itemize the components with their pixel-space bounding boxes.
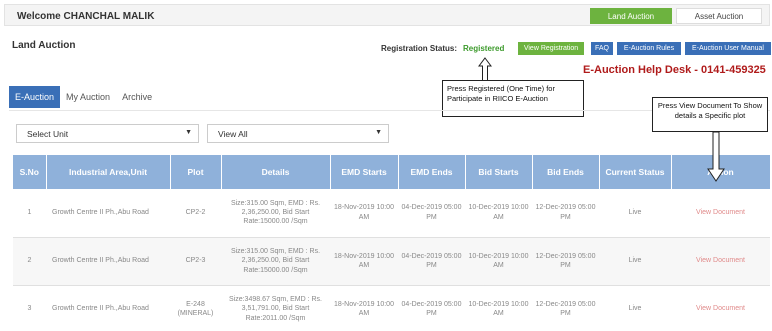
- registration-status-label: Registration Status:: [381, 44, 458, 53]
- cell-sno: 3: [13, 285, 46, 331]
- cell-details: Size:315.00 Sqm, EMD : Rs. 2,36,250.00, …: [221, 237, 330, 286]
- cell-bid-end: 12-Dec-2019 05:00 PM: [532, 189, 599, 238]
- table-row: 3 Growth Centre II Ph.,Abu Road E-248 (M…: [13, 285, 770, 331]
- cell-plot: CP2-3: [170, 237, 221, 286]
- cell-sno: 1: [13, 189, 46, 238]
- cell-plot: CP2-2: [170, 189, 221, 238]
- header-bid-ends: Bid Ends: [532, 155, 600, 189]
- header-area: Industrial Area,Unit: [46, 155, 171, 189]
- cell-area: Growth Centre II Ph.,Abu Road: [46, 285, 170, 331]
- header-emd-ends: EMD Ends: [398, 155, 466, 189]
- user-manual-button[interactable]: E-Auction User Manual: [685, 42, 771, 55]
- registration-status: Registration Status: Registered: [381, 44, 504, 53]
- registration-status-value[interactable]: Registered: [463, 44, 504, 53]
- cell-emd-start: 18-Nov-2019 10:00 AM: [330, 237, 398, 286]
- cell-bid-start: 10-Dec-2019 10:00 AM: [465, 285, 532, 331]
- cell-bid-end: 12-Dec-2019 05:00 PM: [532, 285, 599, 331]
- view-registration-button[interactable]: View Registration: [518, 42, 584, 55]
- cell-status: Live: [599, 189, 671, 238]
- cell-bid-start: 10-Dec-2019 10:00 AM: [465, 189, 532, 238]
- cell-plot: E-248 (MINERAL): [170, 285, 221, 331]
- arrow-down-icon: [707, 132, 725, 182]
- auction-rules-button[interactable]: E-Auction Rules: [617, 42, 681, 55]
- cell-emd-end: 04-Dec-2019 05:00 PM: [398, 285, 465, 331]
- table-row: 1 Growth Centre II Ph.,Abu Road CP2-2 Si…: [13, 189, 770, 238]
- cell-area: Growth Centre II Ph.,Abu Road: [46, 237, 170, 286]
- cell-bid-start: 10-Dec-2019 10:00 AM: [465, 237, 532, 286]
- header-details: Details: [221, 155, 331, 189]
- select-unit-value: Select Unit: [27, 128, 69, 139]
- view-filter-value: View All: [218, 128, 248, 139]
- cell-details: Size:315.00 Sqm, EMD : Rs. 2,36,250.00, …: [221, 189, 330, 238]
- header-sno: S.No: [13, 155, 47, 189]
- header-status: Current Status: [599, 155, 672, 189]
- welcome-text: Welcome CHANCHAL MALIK: [17, 11, 155, 22]
- header-emd-starts: EMD Starts: [330, 155, 399, 189]
- cell-emd-end: 04-Dec-2019 05:00 PM: [398, 237, 465, 286]
- view-document-link[interactable]: View Document: [671, 189, 770, 238]
- page-title: Land Auction: [12, 40, 76, 51]
- asset-auction-button[interactable]: Asset Auction: [676, 8, 762, 24]
- cell-emd-end: 04-Dec-2019 05:00 PM: [398, 189, 465, 238]
- tab-archive[interactable]: Archive: [116, 86, 158, 108]
- cell-emd-start: 18-Nov-2019 10:00 AM: [330, 189, 398, 238]
- table-header-row: S.No Industrial Area,Unit Plot Details E…: [13, 155, 771, 189]
- chevron-down-icon: ▼: [185, 129, 192, 136]
- cell-emd-start: 18-Nov-2019 10:00 AM: [330, 285, 398, 331]
- cell-status: Live: [599, 285, 671, 331]
- helpdesk-text: E-Auction Help Desk - 0141-459325: [583, 64, 766, 76]
- arrow-up-icon: [478, 57, 492, 82]
- faq-button[interactable]: FAQ: [591, 42, 613, 55]
- cell-bid-end: 12-Dec-2019 05:00 PM: [532, 237, 599, 286]
- table-row: 2 Growth Centre II Ph.,Abu Road CP2-3 Si…: [13, 237, 770, 286]
- auction-tabs: E-Auction My Auction Archive: [9, 84, 158, 110]
- view-document-link[interactable]: View Document: [671, 285, 770, 331]
- tab-my-auction[interactable]: My Auction: [60, 86, 116, 108]
- select-unit-dropdown[interactable]: Select Unit ▼: [16, 124, 199, 143]
- view-filter-dropdown[interactable]: View All ▼: [207, 124, 389, 143]
- view-document-callout: Press View Document To Show details a Sp…: [652, 97, 768, 132]
- registration-callout: Press Registered (One Time) for Particip…: [442, 80, 584, 117]
- view-document-link[interactable]: View Document: [671, 237, 770, 286]
- auction-table: S.No Industrial Area,Unit Plot Details E…: [13, 155, 771, 331]
- chevron-down-icon: ▼: [375, 129, 382, 136]
- cell-status: Live: [599, 237, 671, 286]
- land-auction-button[interactable]: Land Auction: [590, 8, 672, 24]
- cell-area: Growth Centre II Ph.,Abu Road: [46, 189, 170, 238]
- top-bar: Welcome CHANCHAL MALIK Land Auction Asse…: [4, 4, 770, 26]
- cell-sno: 2: [13, 237, 46, 286]
- cell-details: Size:3498.67 Sqm, EMD : Rs. 3,51,791.00,…: [221, 285, 330, 331]
- header-plot: Plot: [170, 155, 222, 189]
- header-bid-starts: Bid Starts: [465, 155, 533, 189]
- tab-e-auction[interactable]: E-Auction: [9, 86, 61, 108]
